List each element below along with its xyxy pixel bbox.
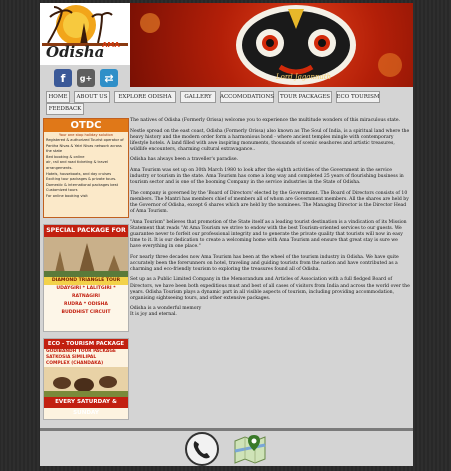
content-paragraph: Set up as a Public Limited Company in th… <box>130 277 410 301</box>
phone-icon[interactable] <box>184 431 220 467</box>
nav-about-us[interactable]: ABOUT US <box>74 91 110 103</box>
special-line: UDAYGIRI * LALITGIRI * RATNAGIRI <box>56 286 116 299</box>
facebook-icon[interactable]: f <box>54 69 72 87</box>
nav-gallery[interactable]: GALLERY <box>180 91 216 103</box>
special-line: BUDDHIST CIRCUIT <box>61 310 111 315</box>
page-container: Odisha AMA Lord Jagannath f g+ ⇄ HOME AB… <box>40 3 413 466</box>
content-paragraph: It is joy and eternal. <box>130 312 177 318</box>
otdc-line: For online booking visit <box>46 193 88 198</box>
nav-eco-tourism[interactable]: ECO TOURISM <box>336 91 380 103</box>
otdc-title: OTDC <box>44 119 128 132</box>
special-lines: DIAMOND TRIANGLE TOUR UDAYGIRI * LALITGI… <box>44 277 128 317</box>
content-paragraph: "Ama Tourism" believes that promotion of… <box>130 219 407 250</box>
special-title: SPECIAL PACKAGE FOR <box>44 225 128 237</box>
content-paragraph: Ama Tourism was set up on 30th March 198… <box>130 168 404 186</box>
otdc-line: Exciting tour packages & private tours. <box>46 177 117 182</box>
nav-home[interactable]: HOME <box>46 91 70 103</box>
special-package-promo[interactable]: SPECIAL PACKAGE FOR DIAMOND TRIANGLE TOU… <box>43 224 129 332</box>
otdc-line: Registered & authorized Tourist operator… <box>46 138 124 148</box>
footer-divider <box>40 428 413 431</box>
otdc-promo[interactable]: OTDC Your one stop holiday solution Regi… <box>43 118 129 218</box>
nav-accomodations[interactable]: ACCOMODATIONS <box>220 91 274 103</box>
google-plus-icon[interactable]: g+ <box>77 69 95 87</box>
otdc-lines: Registered & authorized Tourist operator… <box>44 138 128 200</box>
logo-text: Odisha <box>46 43 105 61</box>
nav-feedback[interactable]: FEEDBACK <box>46 103 84 115</box>
eco-tourism-promo[interactable]: ECO - TOURISM PACKAGE FOR GODIBANDH TOUR… <box>43 338 129 420</box>
intro-paragraph: The natives of Odisha (Formerly Orissa) … <box>130 118 401 123</box>
nav-explore-odisha[interactable]: EXPLORE ODISHA <box>114 91 176 103</box>
content-paragraph: For nearly three decades now Ama Tourism… <box>130 254 399 272</box>
nav-tour-packages[interactable]: TOUR PACKAGES <box>278 91 332 103</box>
share-icon[interactable]: ⇄ <box>100 69 118 87</box>
eco-title: ECO - TOURISM PACKAGE FOR <box>44 339 128 357</box>
main-content: The natives of Odisha (Formerly Orissa) … <box>130 118 410 413</box>
header-banner: Lord Jagannath <box>130 3 413 87</box>
site-logo[interactable]: Odisha AMA <box>40 3 130 65</box>
temple-image <box>44 237 128 277</box>
content-paragraph: Odisha has always been a traveller's par… <box>130 157 239 163</box>
special-line: RUDRA * ODISHA <box>64 302 108 307</box>
jagannath-image <box>140 5 402 85</box>
content-paragraph: The company is governed by the 'Board of… <box>130 190 409 215</box>
logo-superscript: AMA <box>102 41 120 49</box>
elephants-image <box>44 367 128 397</box>
banner-caption: Lord Jagannath <box>276 73 332 81</box>
otdc-subtitle: Your one stop holiday solution <box>58 133 113 137</box>
eco-lines: GODIBANDH TOUR PACKAGE SATKOSIA SIMILIPA… <box>44 349 128 367</box>
map-icon[interactable] <box>232 431 268 467</box>
eco-footer: EVERY SATURDAY & SUNDAY <box>44 397 128 416</box>
otdc-line: air, rail and road ticketing & travel ar… <box>46 160 108 170</box>
content-paragraph: Nestle spread on the east coast, Odisha … <box>130 128 410 152</box>
main-nav: HOME ABOUT US EXPLORE ODISHA GALLERY ACC… <box>46 91 406 115</box>
special-line: DIAMOND TRIANGLE TOUR <box>44 277 128 285</box>
